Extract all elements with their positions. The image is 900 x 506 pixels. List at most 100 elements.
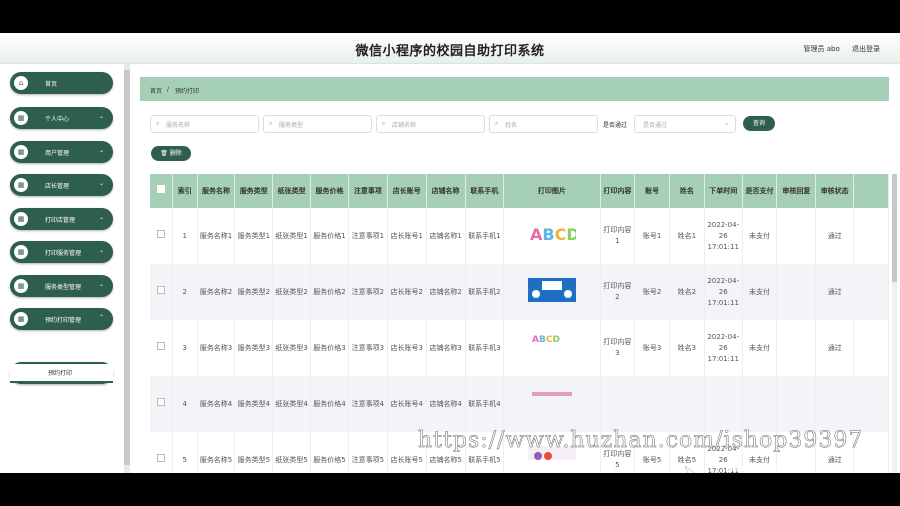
- sidebar-item-2[interactable]: ▦ 用户管理 ⌄: [10, 141, 113, 163]
- service-name-input[interactable]: ⌕ 服务名称: [150, 115, 259, 133]
- sidebar-item-6[interactable]: ▦ 服务类型管理 ⌄: [10, 275, 113, 297]
- row-checkbox[interactable]: [157, 286, 165, 294]
- top-header: 微信小程序的校园自助打印系统 管理员 abo 退出登录: [0, 33, 900, 64]
- row-select-cell[interactable]: [150, 264, 173, 320]
- row-actions-cell: [853, 376, 889, 432]
- column-header: 店铺名称: [426, 174, 466, 208]
- column-header: 账号: [634, 174, 671, 208]
- cell-price: 服务价格3: [310, 320, 349, 376]
- cell-note: 注意事项2: [348, 264, 388, 320]
- sidebar-scroll-thumb[interactable]: [124, 70, 130, 465]
- row-actions-cell: [853, 264, 889, 320]
- row-checkbox[interactable]: [157, 398, 165, 406]
- table-row[interactable]: 2 服务名称2 服务类型2 纸张类型2 服务价格2 注意事项2 店长账号2 店铺名称2 联系手机…: [150, 264, 889, 320]
- row-select-cell[interactable]: [150, 208, 173, 264]
- cell-acct: 账号1: [634, 208, 671, 264]
- cell-paper: 纸张类型2: [272, 264, 312, 320]
- cell-acct: 账号3: [634, 320, 671, 376]
- chevron-icon: ⌄: [98, 113, 104, 120]
- cell-name: [669, 376, 705, 432]
- sidebar-item-0[interactable]: ⌂ 首页: [10, 72, 113, 94]
- column-header-actions: [853, 174, 889, 208]
- cell-note: 注意事项4: [348, 376, 388, 432]
- row-checkbox[interactable]: [157, 230, 165, 238]
- column-header: 下单时间: [704, 174, 743, 208]
- column-header: 服务名称: [197, 174, 236, 208]
- row-select-cell[interactable]: [150, 432, 173, 473]
- cell-svc: 服务名称3: [197, 320, 236, 376]
- sidebar-item-label: 打印店管理: [45, 217, 76, 224]
- cell-shop: 店铺名称1: [426, 208, 466, 264]
- cell-paid: [742, 376, 778, 432]
- user-area: 管理员 abo 退出登录: [794, 44, 880, 54]
- row-checkbox[interactable]: [157, 454, 165, 462]
- cell-note: 注意事项5: [348, 432, 388, 473]
- cell-paper: 纸张类型3: [272, 320, 312, 376]
- chevron-icon: ⌄: [98, 247, 104, 254]
- grid-icon: ▦: [14, 245, 28, 259]
- column-header: 联系手机: [465, 174, 505, 208]
- print-image-thumbnail: [527, 278, 576, 302]
- cell-status: 通过: [815, 208, 855, 264]
- table-scroll-thumb[interactable]: [892, 174, 897, 282]
- paid-filter-label: 是否通过: [603, 122, 628, 129]
- cell-time: 2022-04-26 17:01:11: [704, 264, 743, 320]
- cell-price: 服务价格2: [310, 264, 349, 320]
- current-user: 管理员 abo: [803, 45, 840, 53]
- breadcrumb: 首页 / 预约打印: [140, 77, 889, 101]
- cell-svc: 服务名称4: [197, 376, 236, 432]
- sidebar-item-7[interactable]: ▦ 预约打印管理 ⌃: [10, 308, 113, 330]
- column-header: 打印图片: [503, 174, 601, 208]
- shop-name-input[interactable]: ⌕ 店铺名称: [376, 115, 485, 133]
- table-row[interactable]: 4 服务名称4 服务类型4 纸张类型4 服务价格4 注意事项4 店长账号4 店铺名称4 联系手机…: [150, 376, 889, 432]
- chevron-icon: ⌄: [98, 180, 104, 187]
- cell-mgr: 店长账号4: [387, 376, 427, 432]
- column-header: 审核回复: [776, 174, 817, 208]
- cell-mgr: 店长账号1: [387, 208, 427, 264]
- print-image-thumbnail: ABCD: [532, 335, 560, 345]
- row-select-cell[interactable]: [150, 376, 173, 432]
- breadcrumb-home[interactable]: 首页: [150, 86, 162, 95]
- grid-icon: ▦: [14, 279, 28, 293]
- search-icon: ⌕: [495, 120, 499, 127]
- table-row[interactable]: 1 服务名称1 服务类型1 纸张类型1 服务价格1 注意事项1 店长账号1 店铺名称1 联系手机…: [150, 208, 889, 264]
- query-button[interactable]: 查询: [743, 116, 775, 131]
- sidebar-item-3[interactable]: ▦ 店长管理 ⌄: [10, 174, 113, 196]
- cell-idx: 3: [172, 320, 198, 376]
- sidebar-item-label: 个人中心: [45, 116, 70, 123]
- row-checkbox[interactable]: [157, 342, 165, 350]
- table-scrollbar[interactable]: [892, 174, 897, 473]
- delete-button[interactable]: 🗑 删除: [151, 146, 191, 161]
- sidebar-subitem-reserve-print[interactable]: 预约打印: [10, 364, 113, 383]
- cell-idx: 4: [172, 376, 198, 432]
- sidebar-item-label: 打印服务管理: [45, 250, 82, 257]
- app-window: 微信小程序的校园自助打印系统 管理员 abo 退出登录 ⌂ 首页 ▦ 个人中心 ⌄ ▦ 用户…: [0, 33, 900, 473]
- table-row[interactable]: 3 服务名称3 服务类型3 纸张类型3 服务价格3 注意事项3 店长账号3 店铺名称3 联系手机…: [150, 320, 889, 376]
- select-all-cell[interactable]: [150, 174, 173, 208]
- cell-name: 姓名2: [669, 264, 705, 320]
- service-type-input[interactable]: ⌕ 服务类型: [263, 115, 372, 133]
- cell-status: 通过: [815, 320, 855, 376]
- select-all-checkbox[interactable]: [157, 185, 165, 193]
- cell-status: 通过: [815, 264, 855, 320]
- cell-phone: 联系手机2: [465, 264, 505, 320]
- sidebar-item-label: 服务类型管理: [45, 284, 82, 291]
- column-header: 注意事项: [348, 174, 388, 208]
- logout-link[interactable]: 退出登录: [852, 45, 880, 53]
- name-input[interactable]: ⌕ 姓名: [489, 115, 598, 133]
- cell-type: 服务类型4: [234, 376, 274, 432]
- cell-paid: 未支付: [742, 320, 778, 376]
- paid-filter-select[interactable]: 是否通过 ⌄: [634, 115, 736, 133]
- grid-icon: ▦: [14, 111, 28, 125]
- sidebar-item-5[interactable]: ▦ 打印服务管理 ⌄: [10, 241, 113, 263]
- main-content: 首页 / 预约打印 ⌕ 服务名称 ⌕ 服务类型 ⌕ 店铺名称 ⌕ 姓名 是否通过 是否通…: [137, 64, 900, 473]
- cell-acct: [634, 376, 671, 432]
- cell-content: 打印内容1: [600, 208, 636, 264]
- cell-name: 姓名1: [669, 208, 705, 264]
- sidebar-scrollbar[interactable]: [124, 64, 130, 473]
- row-select-cell[interactable]: [150, 320, 173, 376]
- print-image-thumbnail: ABCD: [530, 225, 580, 244]
- column-header: 姓名: [669, 174, 705, 208]
- sidebar-item-1[interactable]: ▦ 个人中心 ⌄: [10, 107, 113, 129]
- sidebar-item-4[interactable]: ▦ 打印店管理 ⌄: [10, 208, 113, 230]
